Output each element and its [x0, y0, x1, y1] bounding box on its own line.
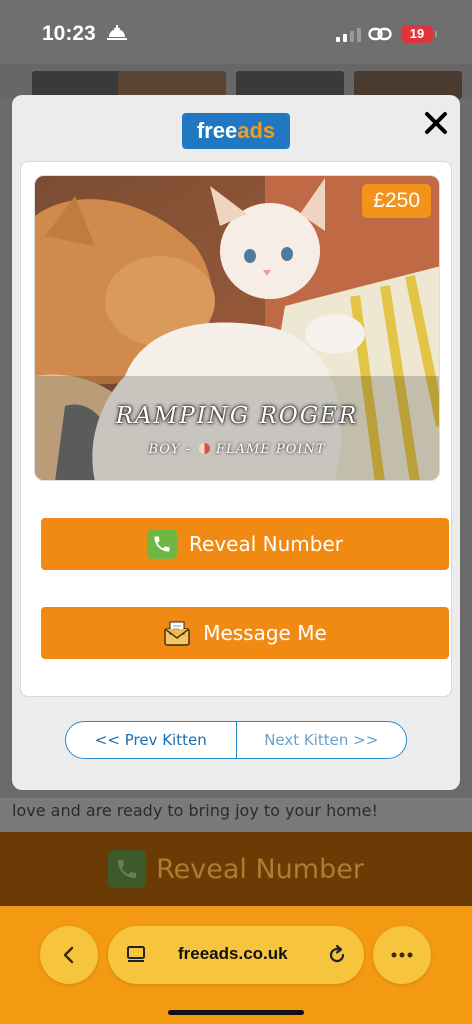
- kitten-photo-illustration: [35, 176, 439, 480]
- logo-text-free: free: [196, 118, 238, 143]
- phone-icon: [108, 850, 147, 888]
- kitten-pager: << Prev Kitten Next Kitten >>: [65, 721, 407, 759]
- phone-icon: [147, 529, 178, 559]
- url-text: freeads.co.uk: [178, 944, 288, 963]
- message-me-button[interactable]: Message Me: [41, 607, 449, 659]
- cellular-signal-icon: [336, 27, 361, 42]
- tab-overview-icon[interactable]: [126, 945, 146, 965]
- address-bar[interactable]: freeads.co.uk: [108, 926, 364, 984]
- ellipsis-icon: [391, 952, 413, 958]
- reload-icon[interactable]: [326, 944, 348, 966]
- reveal-number-button[interactable]: Reveal Number: [41, 518, 449, 570]
- reveal-number-label: Reveal Number: [189, 532, 343, 556]
- listing-modal: freeads £250 RAMPING ROGER BOY - FLAME P…: [12, 95, 460, 790]
- freeads-logo: freeads: [182, 113, 290, 149]
- sunrise-icon: [107, 25, 127, 40]
- listing-card: £250 RAMPING ROGER BOY - FLAME POINT Reve…: [20, 161, 452, 697]
- background-thumbnail-strip: [0, 64, 472, 99]
- kitten-name: RAMPING ROGER: [115, 403, 359, 429]
- browser-toolbar: freeads.co.uk: [0, 906, 472, 1024]
- color-swatch-icon: [199, 443, 210, 454]
- next-kitten-button[interactable]: Next Kitten >>: [237, 722, 407, 758]
- logo-text-ads: ads: [237, 118, 276, 143]
- background-reveal-number-button: Reveal Number: [0, 832, 472, 906]
- kitten-gender: BOY -: [148, 442, 191, 457]
- back-button[interactable]: [40, 926, 98, 984]
- envelope-icon: [164, 621, 190, 646]
- price-badge: £250: [362, 184, 431, 218]
- chevron-left-icon: [63, 946, 74, 964]
- background-description-text: love and are ready to bring joy to your …: [0, 798, 472, 832]
- background-reveal-label: Reveal Number: [156, 853, 364, 885]
- status-time: 10:23: [42, 22, 96, 45]
- status-bar: 10:23 19: [0, 0, 472, 64]
- message-me-label: Message Me: [203, 621, 327, 645]
- close-icon[interactable]: [422, 109, 450, 137]
- kitten-color: FLAME POINT: [216, 442, 326, 457]
- kitten-details: BOY - FLAME POINT: [35, 442, 439, 457]
- kitten-photo[interactable]: £250 RAMPING ROGER BOY - FLAME POINT: [34, 175, 440, 481]
- more-options-button[interactable]: [373, 926, 431, 984]
- link-icon: [368, 27, 392, 41]
- prev-kitten-button[interactable]: << Prev Kitten: [66, 722, 237, 758]
- battery-indicator: 19: [401, 25, 437, 43]
- home-indicator[interactable]: [168, 1010, 304, 1015]
